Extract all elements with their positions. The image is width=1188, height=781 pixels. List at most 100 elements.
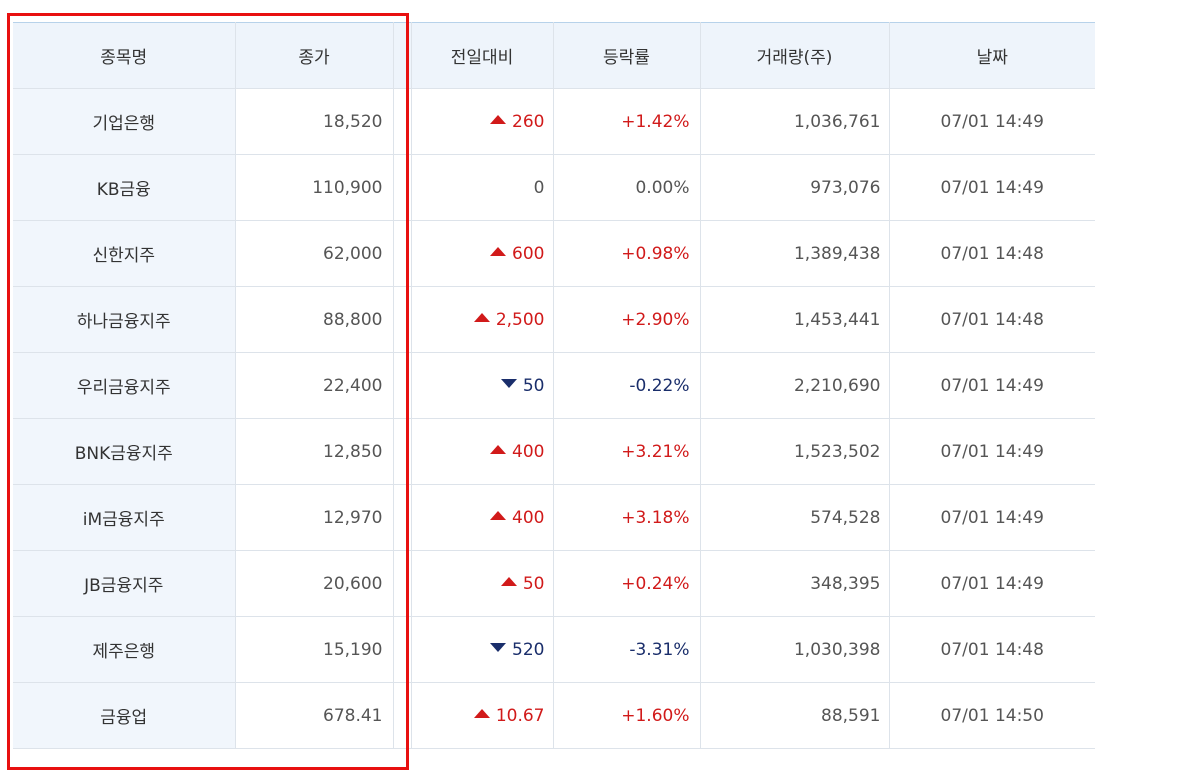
- stock-name-cell[interactable]: 하나금융지주: [13, 286, 236, 353]
- stock-name-cell[interactable]: KB금융: [13, 154, 236, 221]
- change-value: 260: [512, 111, 545, 132]
- triangle-down-icon: [500, 379, 517, 388]
- date-value: 07/01 14:49: [940, 507, 1044, 528]
- volume-cell: 1,523,502: [700, 418, 890, 485]
- triangle-up-icon: [473, 709, 490, 718]
- header-name: 종목명: [13, 22, 236, 89]
- volume-value: 1,030,398: [793, 639, 881, 660]
- stock-name-value: 우리금융지주: [76, 378, 171, 398]
- rate-cell: +0.24%: [553, 550, 701, 617]
- close-price-value: 110,900: [312, 177, 383, 198]
- close-price-cell: 12,850: [235, 418, 394, 485]
- date-value: 07/01 14:49: [940, 441, 1044, 462]
- volume-cell: 1,036,761: [700, 88, 890, 155]
- date-value: 07/01 14:49: [940, 375, 1044, 396]
- date-cell: 07/01 14:48: [889, 286, 1095, 353]
- stock-name-value: 제주은행: [92, 642, 156, 662]
- triangle-up-icon: [500, 577, 517, 586]
- change-value: 0: [533, 177, 545, 198]
- rate-cell: +0.98%: [553, 220, 701, 287]
- table-row: KB금융 110,900 0 0.00% 973,076 07/01 14:49: [13, 154, 1095, 221]
- change-value: 10.67: [495, 705, 545, 726]
- stock-name-cell[interactable]: 우리금융지주: [13, 352, 236, 419]
- stock-name-value: iM금융지주: [82, 510, 165, 530]
- date-cell: 07/01 14:49: [889, 88, 1095, 155]
- change-cell: 50: [411, 352, 554, 419]
- change-value: 2,500: [495, 309, 545, 330]
- volume-cell: 973,076: [700, 154, 890, 221]
- stock-name-value: 기업은행: [92, 114, 156, 134]
- spacer-cell: [393, 154, 412, 221]
- date-value: 07/01 14:49: [940, 111, 1044, 132]
- triangle-down-icon: [490, 643, 507, 652]
- table-header: 종목명 종가 전일대비 등락률 거래량(주) 날짜: [13, 22, 1095, 89]
- change-cell: 50: [411, 550, 554, 617]
- table-row: 신한지주 62,000 600 +0.98% 1,389,438 07/01 14:48: [13, 220, 1095, 287]
- date-cell: 07/01 14:49: [889, 418, 1095, 485]
- date-value: 07/01 14:50: [940, 705, 1044, 726]
- volume-value: 2,210,690: [793, 375, 881, 396]
- close-price-cell: 110,900: [235, 154, 394, 221]
- close-price-cell: 15,190: [235, 616, 394, 683]
- triangle-up-icon: [490, 511, 507, 520]
- close-price-cell: 62,000: [235, 220, 394, 287]
- rate-value: +2.90%: [621, 309, 690, 330]
- stock-name-cell[interactable]: 금융업: [13, 682, 236, 749]
- close-price-value: 20,600: [323, 573, 383, 594]
- change-value: 520: [512, 639, 545, 660]
- stock-name-value: 금융업: [100, 708, 148, 728]
- stock-name-cell[interactable]: 제주은행: [13, 616, 236, 683]
- date-value: 07/01 14:48: [940, 639, 1044, 660]
- stock-name-cell[interactable]: JB금융지주: [13, 550, 236, 617]
- spacer-cell: [393, 220, 412, 287]
- spacer-cell: [393, 88, 412, 155]
- date-cell: 07/01 14:48: [889, 220, 1095, 287]
- volume-value: 1,389,438: [793, 243, 881, 264]
- stock-name-cell[interactable]: BNK금융지주: [13, 418, 236, 485]
- header-close: 종가: [235, 22, 394, 89]
- stock-name-cell[interactable]: iM금융지주: [13, 484, 236, 551]
- change-value: 50: [522, 573, 545, 594]
- close-price-cell: 678.41: [235, 682, 394, 749]
- rate-value: -0.22%: [629, 375, 690, 396]
- change-cell: 10.67: [411, 682, 554, 749]
- date-cell: 07/01 14:50: [889, 682, 1095, 749]
- date-value: 07/01 14:49: [940, 573, 1044, 594]
- stock-name-value: KB금융: [96, 180, 151, 200]
- triangle-up-icon: [490, 445, 507, 454]
- table-row: 기업은행 18,520 260 +1.42% 1,036,761 07/01 14:49: [13, 88, 1095, 155]
- table-row: JB금융지주 20,600 50 +0.24% 348,395 07/01 14:49: [13, 550, 1095, 617]
- rate-cell: -0.22%: [553, 352, 701, 419]
- rate-value: +0.98%: [621, 243, 690, 264]
- table-row: 우리금융지주 22,400 50 -0.22% 2,210,690 07/01 14:49: [13, 352, 1095, 419]
- stock-name-cell[interactable]: 신한지주: [13, 220, 236, 287]
- close-price-value: 88,800: [323, 309, 383, 330]
- volume-value: 1,036,761: [793, 111, 881, 132]
- change-cell: 600: [411, 220, 554, 287]
- close-price-value: 62,000: [323, 243, 383, 264]
- date-cell: 07/01 14:49: [889, 484, 1095, 551]
- date-cell: 07/01 14:48: [889, 616, 1095, 683]
- spacer-cell: [393, 286, 412, 353]
- spacer-cell: [393, 550, 412, 617]
- close-price-value: 12,970: [323, 507, 383, 528]
- rate-value: +1.60%: [621, 705, 690, 726]
- close-price-value: 678.41: [323, 705, 383, 726]
- stock-name-cell[interactable]: 기업은행: [13, 88, 236, 155]
- table-row: 금융업 678.41 10.67 +1.60% 88,591 07/01 14:50: [13, 682, 1095, 749]
- change-value: 600: [512, 243, 545, 264]
- close-price-value: 18,520: [323, 111, 383, 132]
- date-cell: 07/01 14:49: [889, 352, 1095, 419]
- volume-cell: 348,395: [700, 550, 890, 617]
- stock-name-value: JB금융지주: [84, 576, 164, 596]
- change-cell: 520: [411, 616, 554, 683]
- close-price-cell: 12,970: [235, 484, 394, 551]
- close-price-value: 15,190: [323, 639, 383, 660]
- volume-value: 1,523,502: [793, 441, 881, 462]
- rate-cell: +3.18%: [553, 484, 701, 551]
- spacer-cell: [393, 352, 412, 419]
- rate-cell: -3.31%: [553, 616, 701, 683]
- rate-cell: +1.42%: [553, 88, 701, 155]
- rate-value: +0.24%: [621, 573, 690, 594]
- volume-value: 574,528: [810, 507, 881, 528]
